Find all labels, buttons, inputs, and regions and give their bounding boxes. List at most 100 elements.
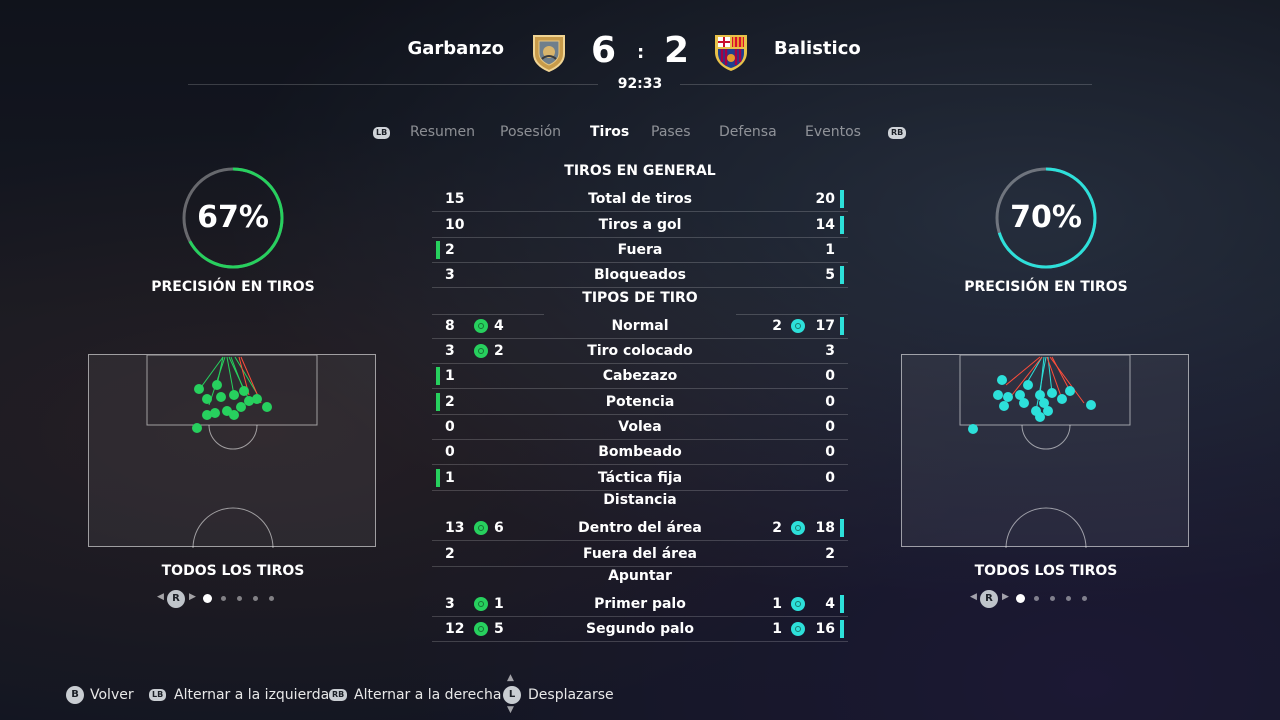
stat-label: Cabezazo bbox=[602, 368, 678, 385]
stat-row: 2 Fuera del área 2 bbox=[432, 542, 848, 567]
away-accuracy-label: PRECISIÓN EN TIROS bbox=[964, 279, 1128, 295]
stat-row: 1 Táctica fija 0 bbox=[432, 466, 848, 491]
pager-dot[interactable] bbox=[253, 596, 258, 601]
home-score: 6 bbox=[591, 30, 617, 71]
toggle-right-hint[interactable]: Alternar a la derecha bbox=[354, 687, 501, 703]
away-shot-map bbox=[901, 354, 1189, 548]
stat-row: 8 4 Normal 2 17 bbox=[432, 314, 848, 339]
away-map-pager[interactable]: ◀ R ▶ bbox=[970, 590, 1090, 608]
away-goal-ball-icon bbox=[791, 318, 805, 333]
home-map-pager[interactable]: ◀ R ▶ bbox=[157, 590, 277, 608]
stat-row: 2 Fuera 1 bbox=[432, 238, 848, 263]
away-stat-value: 1 bbox=[825, 241, 835, 258]
score-separator: : bbox=[637, 42, 645, 63]
pager-dot[interactable] bbox=[269, 596, 274, 601]
away-stat-value: 0 bbox=[825, 469, 835, 486]
stat-label: Segundo palo bbox=[586, 621, 694, 638]
tab-posesion[interactable]: Posesión bbox=[500, 124, 561, 140]
home-accuracy-ring: 67% bbox=[181, 166, 285, 270]
section-title: Distancia bbox=[432, 492, 848, 517]
away-stat-value: 5 bbox=[825, 267, 835, 284]
away-goal-count: 2 bbox=[772, 317, 782, 334]
away-score: 2 bbox=[664, 30, 690, 71]
stat-label: Táctica fija bbox=[597, 469, 683, 486]
b-button-icon[interactable]: B bbox=[66, 686, 84, 704]
away-stat-value: 4 bbox=[825, 596, 835, 613]
rb-button-icon[interactable]: RB bbox=[329, 689, 348, 701]
lb-button-icon[interactable]: LB bbox=[149, 689, 167, 701]
home-shot-map bbox=[88, 354, 376, 548]
away-shots-label: TODOS LOS TIROS bbox=[974, 563, 1118, 579]
r-stick-icon[interactable]: R bbox=[980, 590, 998, 608]
stat-row: 0 Bombeado 0 bbox=[432, 440, 848, 466]
stat-label: Tiros a gol bbox=[598, 216, 682, 233]
pager-dot-active[interactable] bbox=[203, 594, 212, 603]
away-team-name: Balistico bbox=[774, 38, 861, 59]
pager-dot-active[interactable] bbox=[1016, 594, 1025, 603]
stat-label: Primer palo bbox=[594, 596, 686, 613]
away-stat-value: 20 bbox=[815, 191, 835, 208]
back-hint[interactable]: Volver bbox=[90, 687, 134, 703]
tab-eventos[interactable]: Eventos bbox=[805, 124, 861, 140]
stat-row: 15 Total de tiros 20 bbox=[432, 187, 848, 213]
stat-row: 0 Volea 0 bbox=[432, 415, 848, 440]
stat-row: 3 Bloqueados 5 bbox=[432, 263, 848, 289]
pager-right-arrow-icon[interactable]: ▶ bbox=[1002, 592, 1009, 602]
away-accuracy-ring: 70% bbox=[994, 166, 1098, 270]
tab-defensa[interactable]: Defensa bbox=[719, 124, 777, 140]
l-stick-icon[interactable]: L bbox=[503, 686, 521, 704]
stat-row: 2 Potencia 0 bbox=[432, 390, 848, 415]
away-stat-value: 0 bbox=[825, 419, 835, 435]
tab-tiros[interactable]: Tiros bbox=[590, 124, 629, 140]
pager-dot[interactable] bbox=[1066, 596, 1071, 601]
r-stick-icon[interactable]: R bbox=[167, 590, 185, 608]
lb-button-icon[interactable]: LB bbox=[373, 127, 391, 139]
away-goal-count: 1 bbox=[772, 621, 782, 638]
away-stat-value: 14 bbox=[815, 216, 835, 233]
pager-left-arrow-icon[interactable]: ◀ bbox=[970, 592, 977, 602]
pager-dot[interactable] bbox=[1050, 596, 1055, 601]
away-stat-value: 18 bbox=[815, 520, 835, 537]
scroll-up-arrow-icon: ▲ bbox=[507, 673, 514, 683]
scroll-down-arrow-icon: ▼ bbox=[507, 705, 514, 715]
pager-right-arrow-icon[interactable]: ▶ bbox=[189, 592, 196, 602]
section-title-text: TIROS EN GENERAL bbox=[564, 163, 716, 179]
tab-pases[interactable]: Pases bbox=[651, 124, 691, 140]
scoreboard: Garbanzo 6 : 2 Balistico 92:33 bbox=[0, 0, 1280, 100]
section-title-text: Distancia bbox=[603, 491, 677, 508]
home-team-name: Garbanzo bbox=[407, 38, 505, 59]
stats-tab-bar: LB Resumen Posesión Tiros Pases Defensa … bbox=[0, 124, 1280, 144]
stat-label: Volea bbox=[618, 419, 662, 435]
away-stat-value: 17 bbox=[815, 317, 835, 334]
pager-dot[interactable] bbox=[1082, 596, 1087, 601]
stat-row: 13 6 Dentro del área 2 18 bbox=[432, 516, 848, 542]
pager-dot[interactable] bbox=[1034, 596, 1039, 601]
section-title: TIPOS DE TIRO bbox=[432, 290, 848, 315]
stat-label: Tiro colocado bbox=[587, 343, 693, 360]
away-stat-value: 2 bbox=[825, 545, 835, 562]
stat-label: Bloqueados bbox=[594, 267, 686, 284]
away-goal-count: 1 bbox=[772, 596, 782, 613]
stat-row: 1 Cabezazo 0 bbox=[432, 364, 848, 390]
stat-row: 3 1 Primer palo 1 4 bbox=[432, 592, 848, 618]
section-title: TIROS EN GENERAL bbox=[432, 163, 848, 188]
away-crest-icon bbox=[712, 32, 750, 72]
rb-button-icon[interactable]: RB bbox=[888, 127, 907, 139]
pager-dot[interactable] bbox=[221, 596, 226, 601]
stat-row: 12 5 Segundo palo 1 16 bbox=[432, 617, 848, 643]
stat-label: Normal bbox=[611, 317, 669, 334]
toggle-left-hint[interactable]: Alternar a la izquierda bbox=[174, 687, 329, 703]
scroll-hint[interactable]: Desplazarse bbox=[528, 687, 614, 703]
tab-resumen[interactable]: Resumen bbox=[410, 124, 475, 140]
stat-label: Fuera bbox=[617, 241, 663, 258]
button-hints-bar: B Volver LB Alternar a la izquierda RB A… bbox=[0, 673, 1280, 715]
away-goal-count: 2 bbox=[772, 520, 782, 537]
away-goal-ball-icon bbox=[791, 597, 805, 612]
pager-dot[interactable] bbox=[237, 596, 242, 601]
stat-label: Total de tiros bbox=[588, 191, 692, 208]
pager-left-arrow-icon[interactable]: ◀ bbox=[157, 592, 164, 602]
section-title-text: TIPOS DE TIRO bbox=[582, 289, 698, 306]
stat-label: Fuera del área bbox=[582, 545, 698, 562]
home-shots-label: TODOS LOS TIROS bbox=[161, 563, 305, 579]
away-stat-value: 3 bbox=[825, 343, 835, 360]
